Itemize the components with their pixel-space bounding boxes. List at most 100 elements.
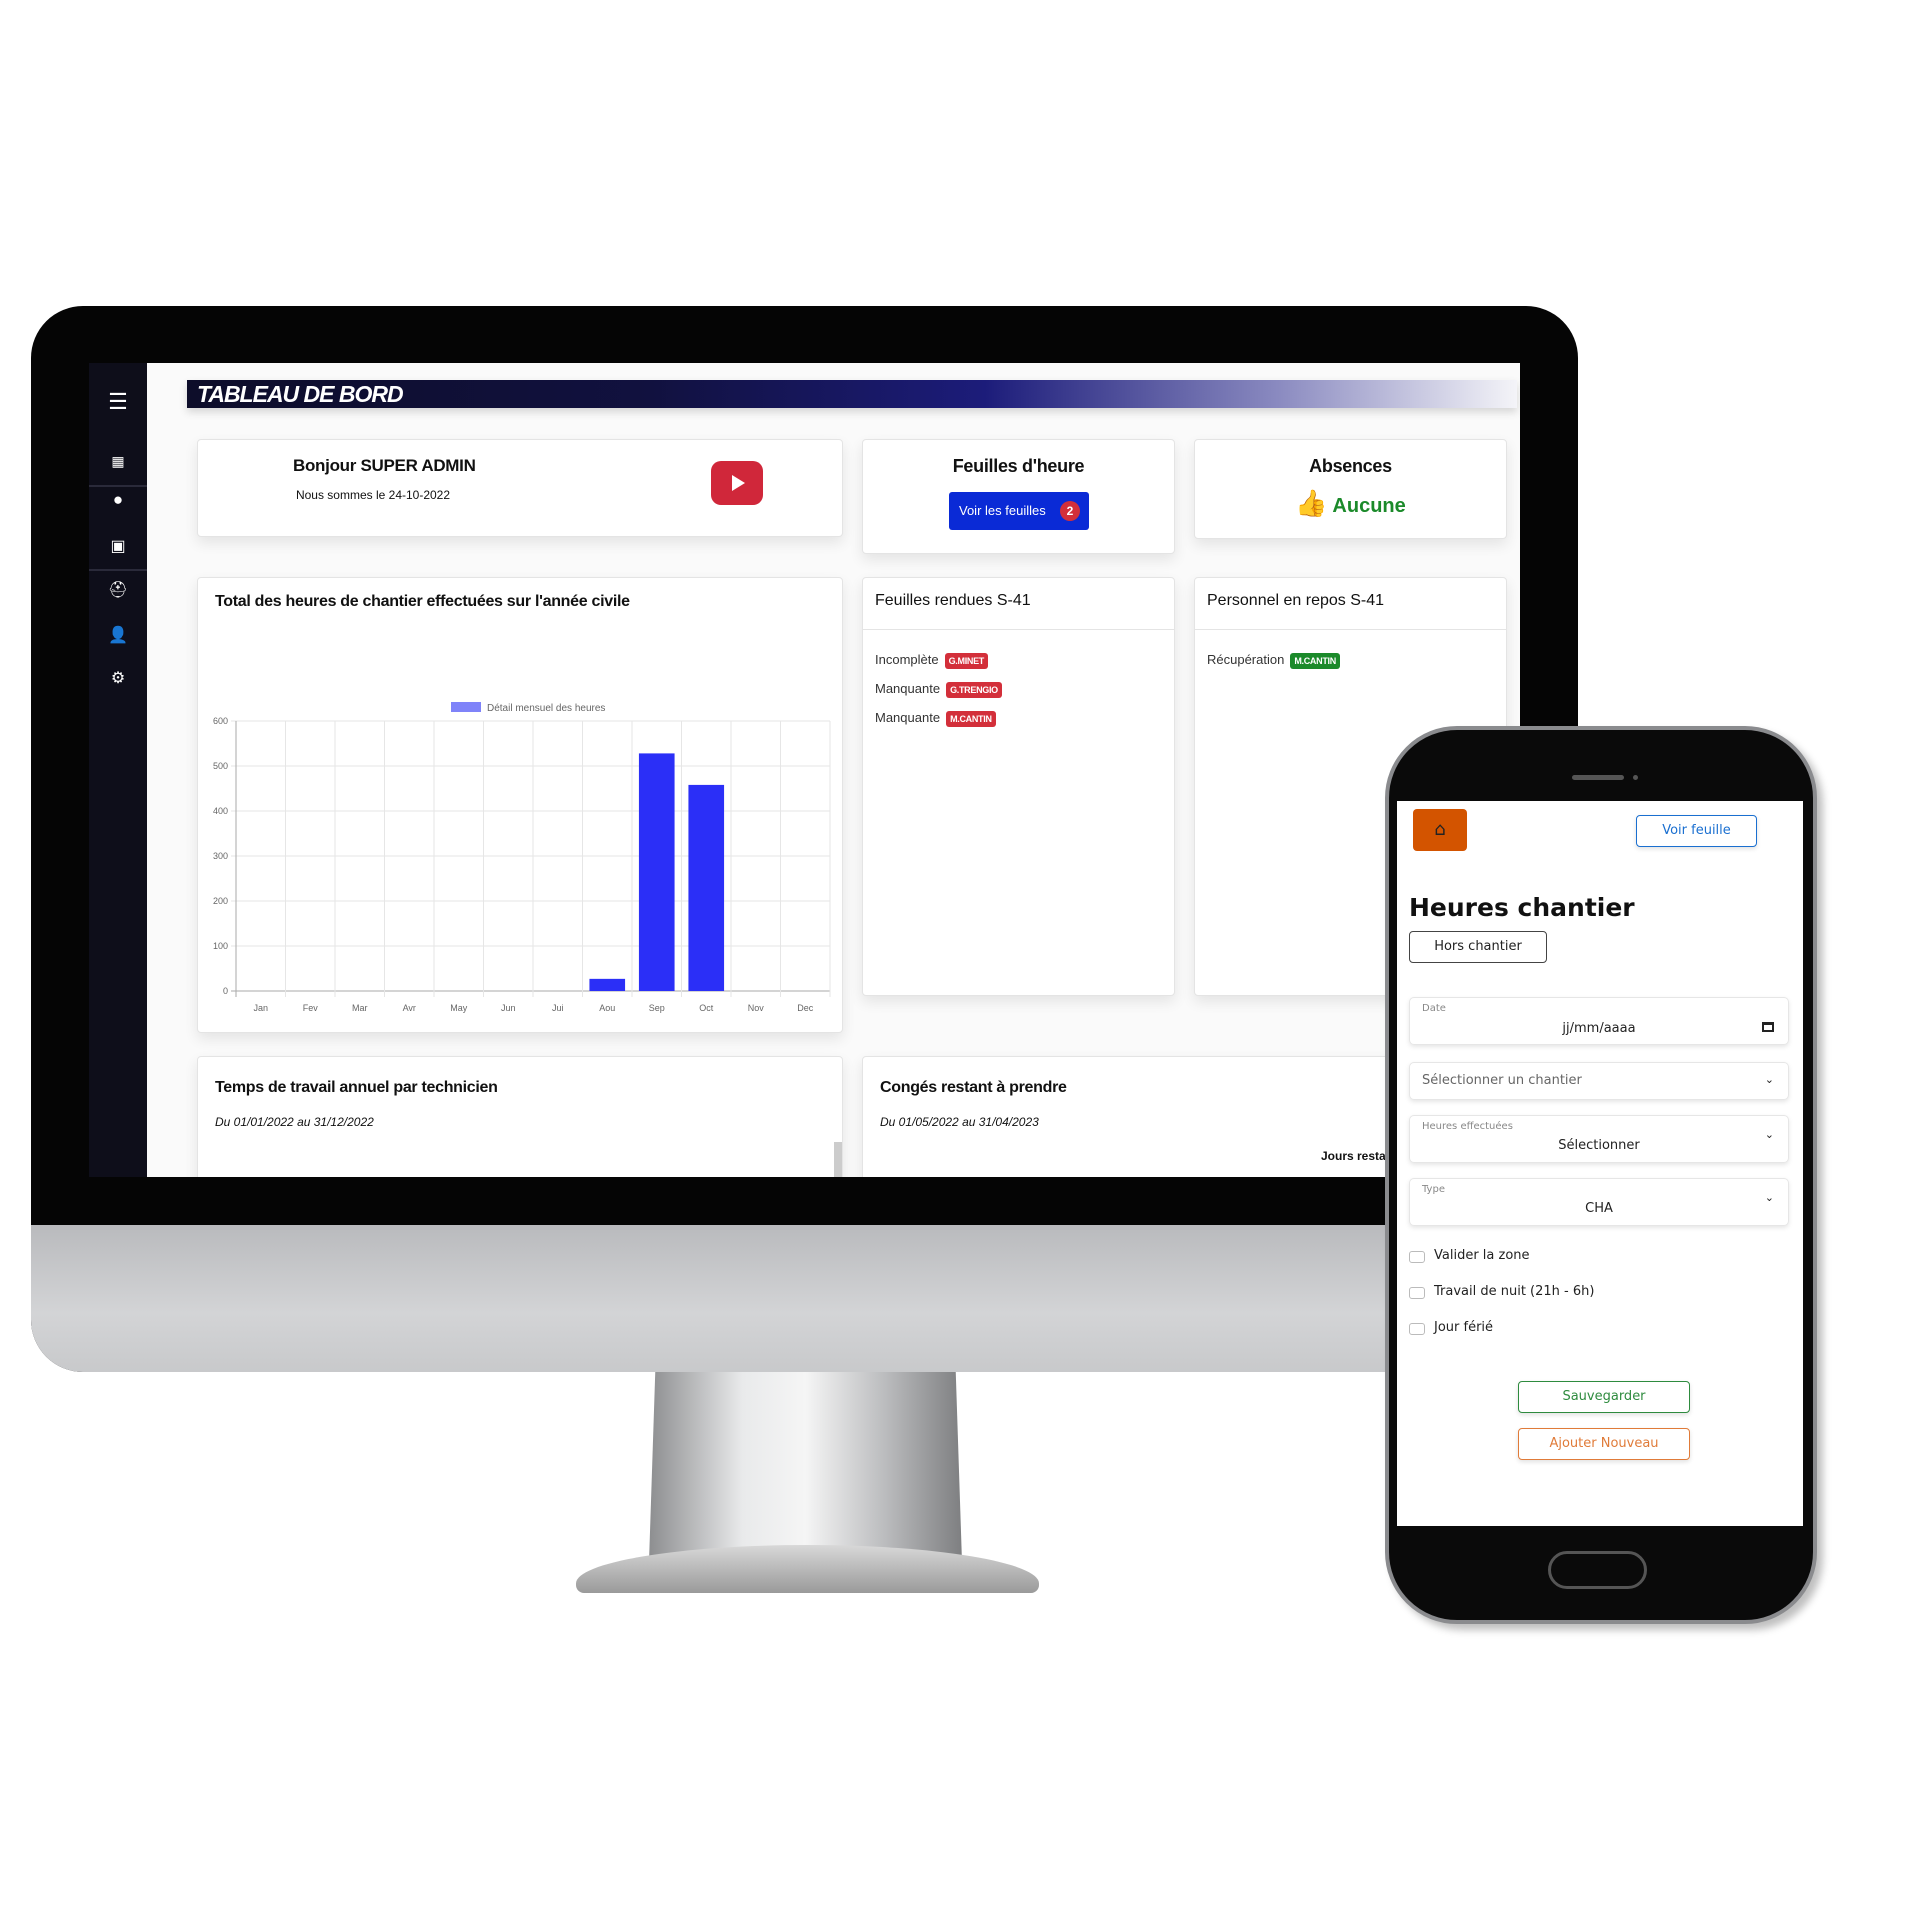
dashboard-grid-icon[interactable]: ▦ bbox=[89, 453, 147, 470]
y-tick-label: 500 bbox=[213, 761, 228, 771]
x-tick-label: Oct bbox=[699, 1003, 714, 1013]
x-tick-label: Aou bbox=[599, 1003, 615, 1013]
y-tick-label: 300 bbox=[213, 851, 228, 861]
status-text: Manquante bbox=[875, 681, 941, 696]
phone-title: Heures chantier bbox=[1409, 893, 1635, 922]
phone-home-button[interactable] bbox=[1548, 1551, 1647, 1589]
timesheets-title: Feuilles d'heure bbox=[952, 456, 1085, 476]
gear-icon[interactable]: ⚙ bbox=[89, 668, 147, 688]
submitted-title: Feuilles rendues S-41 bbox=[875, 592, 1031, 609]
rest-title: Personnel en repos S-41 bbox=[1207, 592, 1384, 609]
home-icon[interactable]: ⌂ bbox=[1413, 809, 1467, 851]
hard-hat-icon[interactable]: ⛑ bbox=[89, 580, 147, 600]
monitor-chin bbox=[31, 1225, 1578, 1372]
phone-camera bbox=[1633, 775, 1638, 780]
thumbs-up-icon: 👍 bbox=[1295, 488, 1328, 518]
hours-value: Sélectionner bbox=[1558, 1138, 1640, 1153]
page-title: TABLEAU DE BORD bbox=[197, 381, 404, 407]
hours-chart-card: Total des heures de chantier effectuées … bbox=[197, 577, 843, 1033]
chevron-down-icon: ⌄ bbox=[1764, 1073, 1774, 1086]
view-timesheets-button[interactable]: Voir les feuilles 2 bbox=[949, 492, 1089, 530]
clock-icon[interactable]: ● bbox=[89, 490, 147, 510]
x-tick-label: Nov bbox=[748, 1003, 765, 1013]
annual-title: Temps de travail annuel par technicien bbox=[215, 1079, 498, 1096]
status-text: Récupération bbox=[1207, 652, 1285, 667]
type-select[interactable]: Type CHA ⌄ bbox=[1409, 1178, 1789, 1226]
welcome-title: Bonjour SUPER ADMIN bbox=[293, 456, 476, 475]
absences-card: Absences 👍 Aucune bbox=[1194, 439, 1507, 539]
monitor-stand bbox=[649, 1372, 962, 1562]
holiday-label: Jour férié bbox=[1434, 1320, 1494, 1335]
y-tick-label: 100 bbox=[213, 941, 228, 951]
validate-zone-label: Valider la zone bbox=[1434, 1248, 1530, 1263]
rest-row: Récupération M.CANTIN bbox=[1207, 652, 1340, 669]
legend-swatch bbox=[451, 702, 481, 712]
submitted-row: Incomplète G.MINET bbox=[875, 652, 988, 669]
welcome-card: Bonjour SUPER ADMIN Nous sommes le 24-10… bbox=[197, 439, 843, 537]
x-tick-label: Jun bbox=[501, 1003, 516, 1013]
calendar-icon[interactable] bbox=[1762, 1022, 1774, 1032]
current-date: Nous sommes le 24-10-2022 bbox=[295, 488, 451, 502]
youtube-play-icon[interactable] bbox=[711, 461, 763, 505]
leave-period: Du 01/05/2022 au 31/04/2023 bbox=[880, 1115, 1039, 1129]
monitor-base bbox=[576, 1545, 1039, 1593]
dashboard-screen: ☰ ▦ ● ▣ ⛑ 👤 ⚙ TABLEAU DE BORD Bonjour SU… bbox=[89, 363, 1520, 1177]
x-tick-label: Avr bbox=[403, 1003, 416, 1013]
employee-badge[interactable]: M.CANTIN bbox=[946, 710, 996, 727]
menu-icon[interactable]: ☰ bbox=[89, 389, 147, 415]
x-tick-label: Sep bbox=[649, 1003, 665, 1013]
absences-value: Aucune bbox=[1332, 495, 1406, 517]
type-value: CHA bbox=[1585, 1201, 1613, 1216]
status-text: Manquante bbox=[875, 710, 941, 725]
employee-badge[interactable]: M.CANTIN bbox=[1290, 652, 1340, 669]
phone-speaker bbox=[1572, 775, 1624, 780]
date-label: Date bbox=[1422, 1003, 1446, 1014]
bar-sep bbox=[638, 753, 675, 991]
date-placeholder: jj/mm/aaaa bbox=[1562, 1021, 1636, 1036]
hours-select[interactable]: Heures effectuées Sélectionner ⌄ bbox=[1409, 1115, 1789, 1163]
employee-badge[interactable]: G.TRENGIO bbox=[946, 681, 1002, 698]
timesheets-count-badge: 2 bbox=[1060, 501, 1080, 521]
validate-zone-checkbox[interactable] bbox=[1409, 1251, 1425, 1263]
off-site-button[interactable]: Hors chantier bbox=[1409, 931, 1547, 963]
save-button[interactable]: Sauvegarder bbox=[1518, 1381, 1690, 1413]
annual-work-card: Temps de travail annuel par technicien D… bbox=[197, 1056, 843, 1177]
x-tick-label: Mar bbox=[352, 1003, 368, 1013]
view-timesheets-label: Voir les feuilles bbox=[959, 503, 1046, 518]
sidebar: ☰ ▦ ● ▣ ⛑ 👤 ⚙ bbox=[89, 363, 147, 1177]
status-text: Incomplète bbox=[875, 652, 939, 667]
hours-label: Heures effectuées bbox=[1422, 1121, 1513, 1132]
chevron-down-icon: ⌄ bbox=[1764, 1128, 1774, 1141]
x-tick-label: Fev bbox=[303, 1003, 319, 1013]
employee-badge[interactable]: G.MINET bbox=[944, 652, 988, 669]
night-work-label: Travail de nuit (21h - 6h) bbox=[1434, 1284, 1595, 1299]
add-new-button[interactable]: Ajouter Nouveau bbox=[1518, 1428, 1690, 1460]
absences-title: Absences bbox=[1309, 456, 1392, 476]
y-tick-label: 0 bbox=[223, 986, 228, 996]
type-label: Type bbox=[1422, 1184, 1445, 1195]
leave-column-header: Jours restar bbox=[1321, 1149, 1391, 1163]
user-check-icon[interactable]: 👤 bbox=[89, 625, 147, 645]
timesheets-card: Feuilles d'heure Voir les feuilles 2 bbox=[862, 439, 1175, 554]
y-tick-label: 400 bbox=[213, 806, 228, 816]
site-select[interactable]: Sélectionner un chantier ⌄ bbox=[1409, 1062, 1789, 1100]
phone-screen: ⌂ Voir feuille Heures chantier Hors chan… bbox=[1397, 801, 1803, 1526]
view-sheet-button[interactable]: Voir feuille bbox=[1636, 815, 1757, 847]
leave-title: Congés restant à prendre bbox=[880, 1079, 1067, 1096]
y-tick-label: 600 bbox=[213, 716, 228, 726]
site-select-placeholder: Sélectionner un chantier bbox=[1422, 1073, 1582, 1088]
annual-period: Du 01/01/2022 au 31/12/2022 bbox=[215, 1115, 374, 1129]
submitted-row: Manquante M.CANTIN bbox=[875, 710, 996, 727]
submitted-row: Manquante G.TRENGIO bbox=[875, 681, 1002, 698]
y-tick-label: 200 bbox=[213, 896, 228, 906]
x-tick-label: Dec bbox=[797, 1003, 814, 1013]
x-tick-label: Jui bbox=[552, 1003, 564, 1013]
bar-oct bbox=[688, 784, 725, 991]
scrollbar[interactable] bbox=[834, 1142, 842, 1177]
date-field[interactable]: Date jj/mm/aaaa bbox=[1409, 997, 1789, 1045]
night-work-checkbox[interactable] bbox=[1409, 1287, 1425, 1299]
chevron-down-icon: ⌄ bbox=[1764, 1191, 1774, 1204]
holiday-checkbox[interactable] bbox=[1409, 1323, 1425, 1335]
trailer-icon[interactable]: ▣ bbox=[89, 536, 147, 556]
hours-bar-chart: Détail mensuel des heures 0 100 200 300 400 5… bbox=[213, 702, 831, 1013]
